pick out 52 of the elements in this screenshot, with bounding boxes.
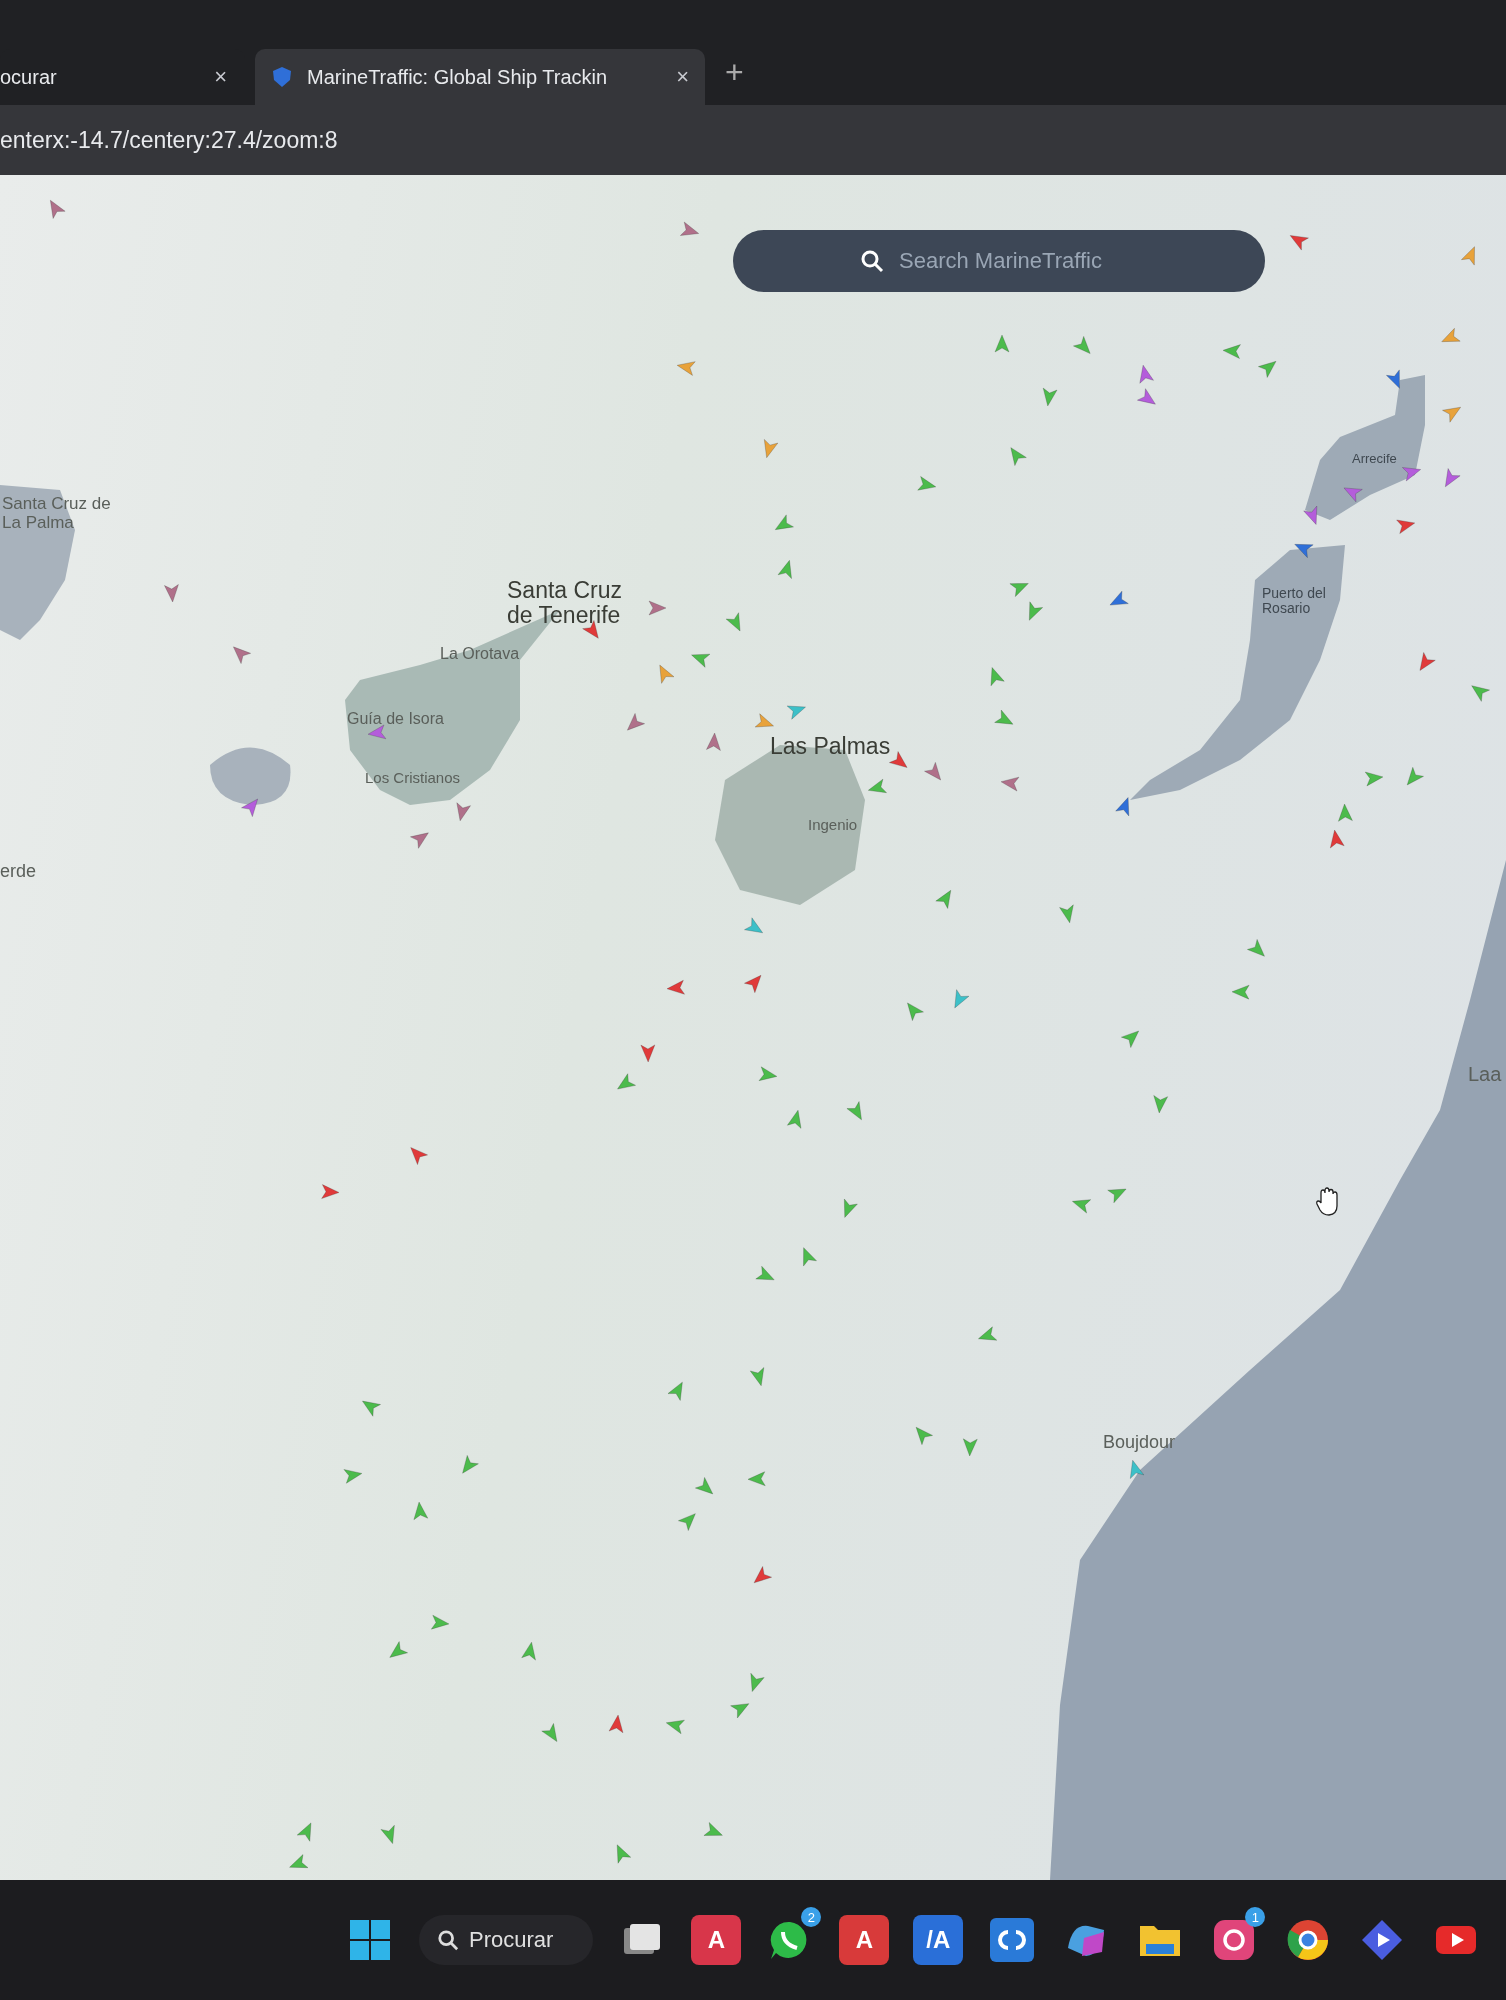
- app-button[interactable]: A: [839, 1915, 890, 1965]
- search-field[interactable]: Search MarineTraffic: [733, 230, 1265, 292]
- ship-icon[interactable]: [410, 1147, 428, 1165]
- ship-icon[interactable]: [1303, 505, 1318, 525]
- notification-badge: 2: [801, 1907, 822, 1927]
- place-label: Los Cristianos: [365, 770, 461, 787]
- place-label: Santa Cruz de La Palma: [2, 495, 112, 533]
- ship-icon[interactable]: [1419, 652, 1436, 671]
- ship-icon[interactable]: [753, 1566, 772, 1584]
- app-button[interactable]: /A: [913, 1915, 964, 1965]
- ship-icon[interactable]: [241, 798, 258, 817]
- ship-icon[interactable]: [640, 1044, 656, 1063]
- address-bar[interactable]: enterx:-14.7/centery:27.4/zoom:8: [0, 126, 338, 154]
- ship-icon[interactable]: [1386, 369, 1400, 389]
- new-tab-button[interactable]: +: [715, 54, 754, 91]
- ship-icon[interactable]: [608, 1714, 624, 1734]
- place-label: Las Palmas: [770, 734, 891, 760]
- ship-icon[interactable]: [889, 751, 908, 768]
- browser-tab[interactable]: MarineTraffic: Global Ship Trackin ×: [255, 49, 705, 105]
- ship-icon[interactable]: [744, 975, 762, 993]
- notification-badge: 1: [1245, 1907, 1266, 1927]
- place-label: Laa: [1468, 1063, 1502, 1085]
- search-icon: [860, 249, 884, 273]
- place-label: Boujdour: [1103, 1433, 1176, 1453]
- ship-icon[interactable]: [1330, 829, 1345, 849]
- app-button[interactable]: A: [691, 1915, 742, 1965]
- place-label: Santa Cruz de Tenerife: [507, 578, 624, 629]
- link-icon[interactable]: [990, 1918, 1035, 1962]
- place-label: Puerto del Rosario: [1262, 586, 1327, 617]
- ship-icon[interactable]: [410, 832, 429, 849]
- place-label: Ingenio: [808, 817, 858, 834]
- ship-icon[interactable]: [1289, 235, 1309, 251]
- ship-icon[interactable]: [1115, 797, 1130, 817]
- close-tab-button[interactable]: ×: [214, 64, 227, 90]
- place-label: erde: [0, 862, 37, 882]
- diamond-icon[interactable]: [1360, 1918, 1405, 1962]
- hand-cursor-icon: [1315, 1187, 1341, 1217]
- ship-icon[interactable]: [1294, 544, 1314, 558]
- shield-icon: [271, 66, 293, 88]
- close-tab-button[interactable]: ×: [676, 64, 689, 90]
- place-label: Guía de Isora: [347, 710, 444, 728]
- ship-icon[interactable]: [164, 584, 179, 603]
- windows-logo-icon[interactable]: [348, 1918, 392, 1962]
- place-label: Arrecife: [1352, 452, 1397, 467]
- search-icon: [437, 1929, 459, 1951]
- ship-icon[interactable]: [321, 1184, 340, 1199]
- ship-icon[interactable]: [1109, 590, 1129, 606]
- browser-icon[interactable]: [1286, 1918, 1331, 1962]
- ship-icon[interactable]: [666, 980, 685, 995]
- place-label: La Orotava: [440, 645, 520, 663]
- taskbar-search[interactable]: Procurar: [419, 1915, 594, 1965]
- ship-icon[interactable]: [50, 200, 66, 219]
